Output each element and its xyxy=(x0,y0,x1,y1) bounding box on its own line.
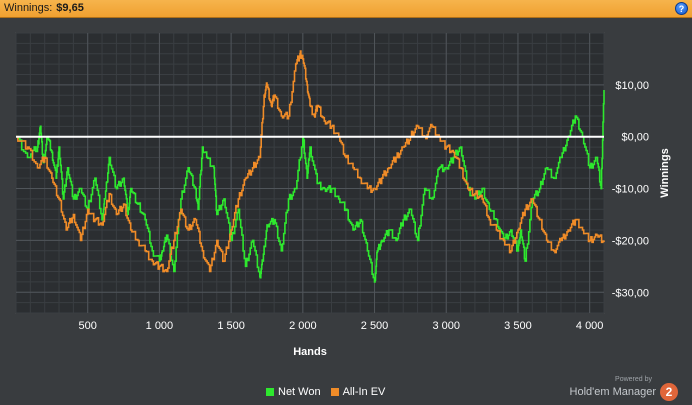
winnings-label: Winnings: xyxy=(4,2,53,14)
brand-name: Hold'em Manager xyxy=(569,386,656,398)
x-tick-label: 2 500 xyxy=(361,320,389,332)
legend-label-net-won: Net Won xyxy=(278,386,321,398)
powered-by-text: Powered by xyxy=(615,376,652,383)
x-tick-label: 1 000 xyxy=(146,320,174,332)
legend-label-all-in-ev: All-In EV xyxy=(342,386,386,398)
x-tick-label: 4 000 xyxy=(576,320,604,332)
help-icon[interactable]: ? xyxy=(675,2,688,15)
brand-block: Powered by Hold'em Manager 2 xyxy=(570,376,678,401)
legend-swatch-all-in-ev xyxy=(330,388,339,396)
hem2-logo-icon: 2 xyxy=(660,383,678,401)
legend-item-all-in-ev[interactable]: All-In EV xyxy=(330,386,386,398)
winnings-value: $9,65 xyxy=(56,2,84,14)
y-axis-label: Winnings xyxy=(659,148,671,197)
x-tick-label: 3 000 xyxy=(432,320,460,332)
x-axis-ticks: 500 1 000 1 500 2 000 2 500 3 000 3 500 4 000 xyxy=(79,320,604,332)
legend-swatch-net-won xyxy=(266,388,274,396)
chart-legend: Net Won All-In EV xyxy=(266,386,385,398)
y-tick-label: -$20,00 xyxy=(612,235,649,247)
winnings-chart: 500 1 000 1 500 2 000 2 500 3 000 3 500 4 000 $… xyxy=(15,32,671,358)
y-tick-label: $10,00 xyxy=(615,80,649,92)
y-tick-label: -$10,00 xyxy=(612,184,649,196)
y-axis-ticks: $10,00 $0,00 -$10,00 -$20,00 -$30,00 xyxy=(612,80,649,299)
winnings-header: Winnings: $9,65 xyxy=(4,2,84,14)
winnings-header-bar: Winnings: $9,65 ? xyxy=(0,0,692,18)
x-tick-label: 3 500 xyxy=(504,320,532,332)
x-tick-label: 500 xyxy=(79,320,97,332)
x-axis-label: Hands xyxy=(293,346,327,358)
y-tick-label: -$30,00 xyxy=(612,287,649,299)
y-tick-label: $0,00 xyxy=(621,132,649,144)
x-tick-label: 1 500 xyxy=(217,320,245,332)
plot-background xyxy=(15,32,605,314)
legend-item-net-won[interactable]: Net Won xyxy=(266,386,321,398)
plot-area xyxy=(15,32,605,314)
x-tick-label: 2 000 xyxy=(289,320,317,332)
